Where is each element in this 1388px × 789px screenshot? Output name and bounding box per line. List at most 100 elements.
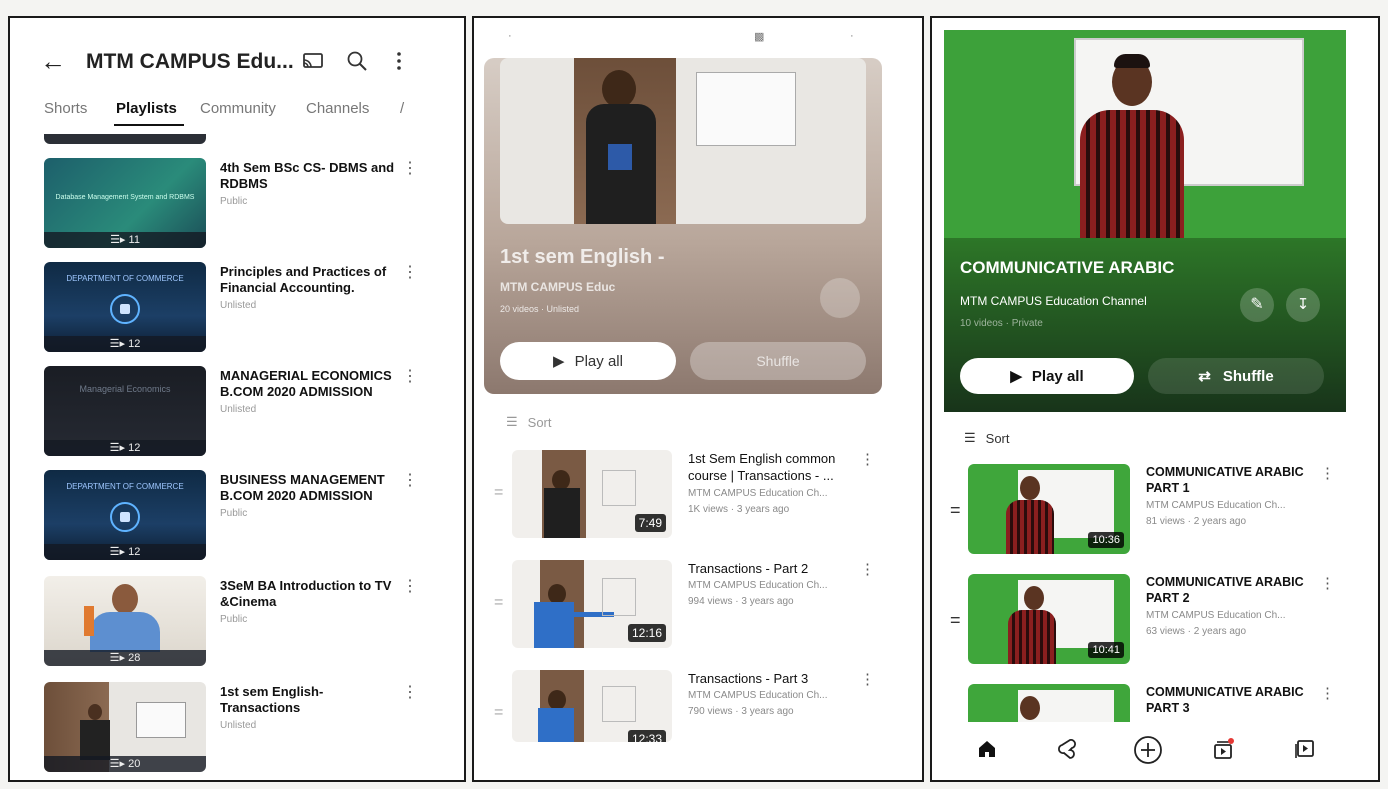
download-icon[interactable] [820,278,860,318]
sort-icon: ☰ [964,430,976,445]
download-icon[interactable]: ↧ [1286,288,1320,322]
book [608,144,632,170]
video-title[interactable]: Transactions - Part 3 [688,670,854,687]
tab-overflow[interactable]: / [400,100,404,117]
partial-playlist-thumbnail[interactable] [44,134,206,144]
video-thumbnail[interactable]: 12:33 [512,670,672,742]
edit-pencil-icon[interactable]: ✎ [1240,288,1274,322]
video-meta: 994 views · 3 years ago [688,596,794,607]
playlist-title[interactable]: MANAGERIAL ECONOMICS B.COM 2020 ADMISSIO… [220,368,400,400]
playlist-video-row[interactable]: = 12:33 Transactions - Part 3 MTM CAMPUS… [474,670,922,770]
tab-community[interactable]: Community [200,100,276,117]
video-channel: MTM CAMPUS Education Ch... [688,488,828,499]
bottom-navigation [932,722,1378,780]
drag-handle-icon[interactable]: = [494,594,503,612]
play-all-button[interactable]: ▶ Play all [500,342,676,380]
shuffle-button[interactable]: Shuffle [690,342,866,380]
more-vert-icon[interactable]: ⋮ [402,576,418,596]
playlist-channel[interactable]: MTM CAMPUS Education Channel [960,294,1147,308]
sort-button[interactable]: ☰ Sort [506,414,552,430]
playlist-title[interactable]: 3SeM BA Introduction to TV &Cinema [220,578,400,610]
playlist-video-row[interactable]: = 10:36 COMMUNICATIVE ARABIC PART 1 MTM … [932,464,1378,564]
tab-shorts[interactable]: Shorts [44,100,87,117]
playlist-cover-image[interactable] [944,30,1346,238]
video-count-badge: ☰▸ 28 [44,650,206,666]
video-title[interactable]: COMMUNICATIVE ARABIC PART 2 [1146,574,1306,606]
drag-handle-icon[interactable]: = [494,704,503,722]
playlist-visibility: Public [220,508,248,519]
playlist-title[interactable]: BUSINESS MANAGEMENT B.COM 2020 ADMISSION [220,472,400,504]
shorts-icon[interactable] [1054,736,1080,762]
play-icon: ▶ [1010,368,1022,385]
drag-handle-icon[interactable]: = [950,500,961,521]
back-arrow-icon[interactable]: ← [40,46,66,77]
more-vert-icon[interactable]: ⋮ [402,158,418,178]
playlist-thumbnail[interactable]: DEPARTMENT OF COMMERCE ☰▸ 12 [44,470,206,560]
library-icon[interactable] [1292,736,1318,762]
more-vert-icon[interactable]: ⋮ [1320,464,1335,482]
drag-handle-icon[interactable]: = [950,610,961,631]
video-thumbnail[interactable]: 10:41 [968,574,1130,664]
more-vert-icon[interactable] [386,48,412,74]
playlist-visibility: Unlisted [220,404,257,415]
playlist-meta: 20 videos · Unlisted [500,304,580,314]
presenter-body [80,720,110,760]
shuffle-button[interactable]: ⇄ Shuffle [1148,358,1324,394]
presenter-body [90,612,160,652]
playlist-item[interactable]: Database Management System and RDBMS ☰▸ … [10,158,464,254]
video-meta: 63 views · 2 years ago [1146,626,1247,637]
whiteboard [602,578,636,616]
playlist-thumbnail[interactable]: ☰▸ 20 [44,682,206,772]
create-icon[interactable] [1132,734,1164,766]
video-title[interactable]: Transactions - Part 2 [688,560,854,577]
more-vert-icon[interactable]: ⋮ [860,670,875,688]
more-vert-icon[interactable]: ⋮ [402,682,418,702]
thumbnail-caption: DEPARTMENT OF COMMERCE [66,274,184,283]
video-thumbnail[interactable]: 10:36 [968,464,1130,554]
playlist-title: 1st sem English - [500,246,665,268]
playlist-video-row[interactable]: = 10:41 COMMUNICATIVE ARABIC PART 2 MTM … [932,574,1378,674]
more-vert-icon[interactable]: ⋮ [402,262,418,282]
video-title[interactable]: 1st Sem English common course | Transact… [688,450,854,484]
tab-channels[interactable]: Channels [306,100,369,117]
more-vert-icon[interactable]: ⋮ [860,560,875,578]
subscriptions-icon[interactable] [1210,736,1236,762]
play-all-button[interactable]: ▶ Play all [960,358,1134,394]
playlist-thumbnail[interactable]: Managerial Economics ☰▸ 12 [44,366,206,456]
playlist-video-row[interactable]: = 12:16 Transactions - Part 2 MTM CAMPUS… [474,560,922,660]
home-icon[interactable] [974,736,1000,762]
playlist-title[interactable]: Principles and Practices of Financial Ac… [220,264,400,296]
presenter-head [1020,476,1040,500]
video-title[interactable]: COMMUNICATIVE ARABIC PART 3 [1146,684,1306,716]
playlist-channel[interactable]: MTM CAMPUS Educ [500,280,615,294]
sort-button[interactable]: ☰ Sort [964,430,1010,446]
more-vert-icon[interactable]: ⋮ [402,366,418,386]
playlist-item[interactable]: ☰▸ 28 3SeM BA Introduction to TV &Cinema… [10,576,464,672]
more-vert-icon[interactable]: ⋮ [1320,574,1335,592]
presenter-body [538,708,574,742]
playlist-item[interactable]: DEPARTMENT OF COMMERCE ☰▸ 12 BUSINESS MA… [10,470,464,566]
tab-playlists[interactable]: Playlists [116,100,177,117]
search-icon[interactable] [344,48,370,74]
playlist-thumbnail[interactable]: DEPARTMENT OF COMMERCE ☰▸ 12 [44,262,206,352]
video-thumbnail[interactable]: 12:16 [512,560,672,648]
playlist-thumbnail[interactable]: ☰▸ 28 [44,576,206,666]
drag-handle-icon[interactable]: = [494,484,503,502]
playlist-item[interactable]: ☰▸ 20 1st sem English-Transactions Unlis… [10,682,464,778]
playlist-item[interactable]: DEPARTMENT OF COMMERCE ☰▸ 12 Principles … [10,262,464,358]
playlist-title[interactable]: 1st sem English-Transactions [220,684,400,716]
more-vert-icon[interactable]: ⋮ [402,470,418,490]
presenter-body [534,602,574,648]
presenter-hair [1114,54,1150,68]
playlist-cover-image[interactable] [500,58,866,224]
video-thumbnail[interactable]: 7:49 [512,450,672,538]
more-vert-icon[interactable]: ⋮ [1320,684,1335,702]
playlist-item[interactable]: Managerial Economics ☰▸ 12 MANAGERIAL EC… [10,366,464,462]
video-title[interactable]: COMMUNICATIVE ARABIC PART 1 [1146,464,1306,496]
more-vert-icon[interactable]: ⋮ [860,450,875,468]
cast-icon[interactable] [300,48,326,74]
playlist-video-row[interactable]: = 7:49 1st Sem English common course | T… [474,450,922,550]
playlist-title[interactable]: 4th Sem BSc CS- DBMS and RDBMS [220,160,400,192]
arabic-playlist-screen: COMMUNICATIVE ARABIC MTM CAMPUS Educatio… [930,16,1380,782]
playlist-thumbnail[interactable]: Database Management System and RDBMS ☰▸ … [44,158,206,248]
